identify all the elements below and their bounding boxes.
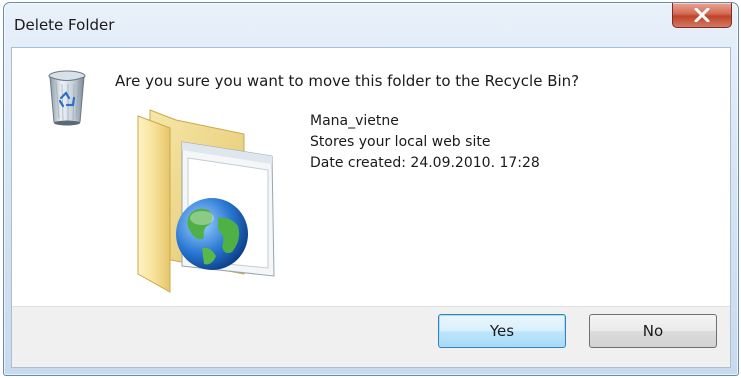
confirmation-question: Are you sure you want to move this folde… xyxy=(115,72,580,90)
folder-name: Mana_vietne xyxy=(310,113,399,129)
close-icon xyxy=(694,8,710,22)
close-button[interactable] xyxy=(672,3,732,28)
window-title: Delete Folder xyxy=(14,16,115,34)
dialog-content: Are you sure you want to move this folde… xyxy=(11,47,731,368)
title-bar[interactable]: Delete Folder xyxy=(4,3,738,47)
no-button[interactable]: No xyxy=(589,314,717,348)
yes-button[interactable]: Yes xyxy=(438,314,566,348)
folder-details: Mana_vietne Stores your local web site D… xyxy=(310,111,540,174)
folder-date-created: Date created: 24.09.2010. 17:28 xyxy=(310,155,540,171)
web-folder-icon xyxy=(132,106,282,300)
folder-description: Stores your local web site xyxy=(310,134,491,150)
recycle-bin-icon xyxy=(46,68,88,132)
delete-folder-dialog: Delete Folder Are you sure you want to m… xyxy=(3,2,739,376)
